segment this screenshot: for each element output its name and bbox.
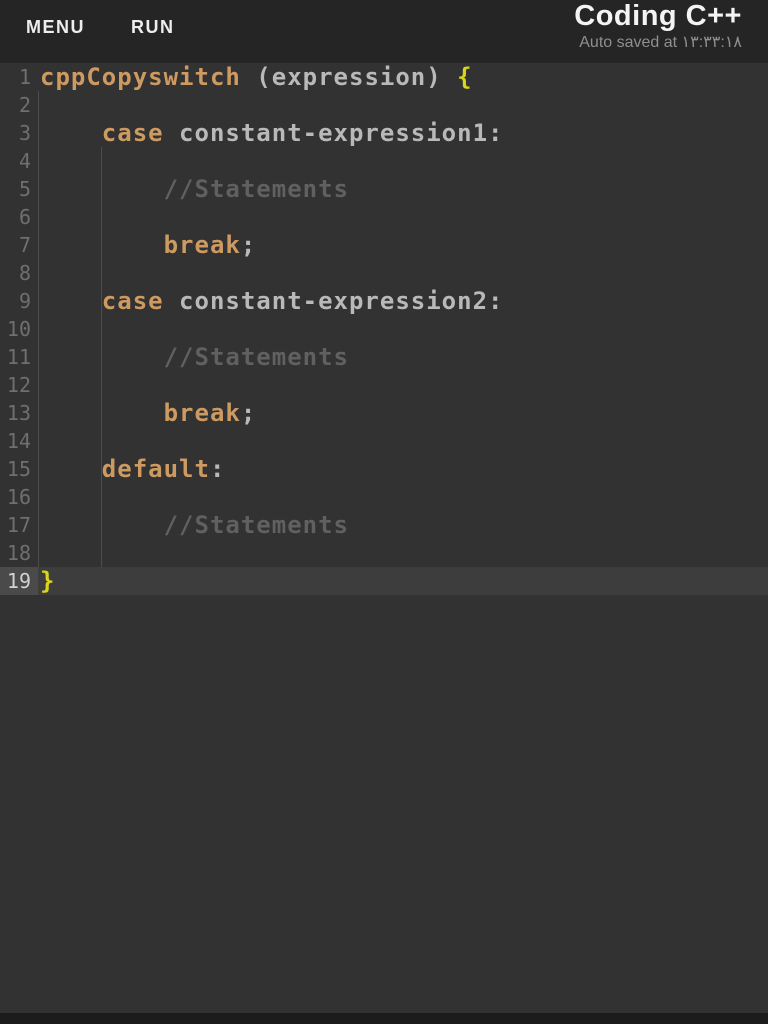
code-rows: 1 cppCopyswitch (expression) {2 3 case con…: [0, 63, 768, 595]
line-number: 6: [18, 205, 31, 229]
bottom-system-bar: [0, 1013, 768, 1024]
line-number: 9: [18, 289, 31, 313]
line-number: 13: [6, 401, 31, 425]
line-number: 8: [18, 261, 31, 285]
code-line[interactable]: 15 default:: [0, 455, 768, 483]
run-button[interactable]: RUN: [131, 9, 175, 46]
line-number: 15: [6, 457, 31, 481]
code-line[interactable]: 8: [0, 259, 768, 287]
code-line[interactable]: 4: [0, 147, 768, 175]
line-number: 4: [18, 149, 31, 173]
code-text: //Statements: [40, 511, 349, 539]
line-number: 3: [18, 121, 31, 145]
code-text: break;: [163, 231, 257, 259]
code-line[interactable]: 2: [0, 91, 768, 119]
menu-button[interactable]: MENU: [26, 9, 85, 46]
code-line[interactable]: 16: [0, 483, 768, 511]
code-line[interactable]: 13 break;: [0, 399, 768, 427]
line-number: 1: [18, 65, 31, 89]
code-text: cppCopyswitch (expression) {: [40, 63, 473, 91]
line-number: 17: [6, 513, 31, 537]
line-number: 2: [18, 93, 31, 117]
code-editor[interactable]: 1 cppCopyswitch (expression) {2 3 case con…: [0, 63, 768, 596]
line-number: 16: [6, 485, 31, 509]
code-line[interactable]: 11 //Statements: [0, 343, 768, 371]
code-line[interactable]: 14: [0, 427, 768, 455]
code-text: break;: [163, 399, 257, 427]
code-text: //Statements: [40, 343, 349, 371]
code-line[interactable]: 1 cppCopyswitch (expression) {: [0, 63, 768, 91]
code-line[interactable]: 12: [0, 371, 768, 399]
line-number: 5: [18, 177, 31, 201]
code-line[interactable]: 7 break;: [0, 231, 768, 259]
line-number: 19: [0, 567, 38, 595]
code-line[interactable]: 6: [0, 203, 768, 231]
top-bar-actions: MENU RUN: [0, 0, 175, 63]
line-number: 12: [6, 373, 31, 397]
code-text: }: [40, 567, 56, 595]
code-line[interactable]: 5 //Statements: [0, 175, 768, 203]
code-line[interactable]: 18: [0, 539, 768, 567]
code-line[interactable]: 9 case constant-expression2:: [0, 287, 768, 315]
autosave-status: Auto saved at ١٣:٣٣:١٨: [579, 34, 742, 51]
title-block: Coding C++ Auto saved at ١٣:٣٣:١٨: [574, 0, 768, 63]
code-text: default:: [101, 455, 226, 483]
line-number: 18: [6, 541, 31, 565]
code-line[interactable]: 19}: [0, 567, 768, 595]
line-number: 10: [6, 317, 31, 341]
top-bar: MENU RUN Coding C++ Auto saved at ١٣:٣٣:…: [0, 0, 768, 63]
code-text: case constant-expression1:: [101, 119, 504, 147]
line-number: 14: [6, 429, 31, 453]
code-line[interactable]: 3 case constant-expression1:: [0, 119, 768, 147]
code-line[interactable]: 10: [0, 315, 768, 343]
app-title: Coding C++: [574, 0, 742, 32]
line-number: 7: [18, 233, 31, 257]
line-number: 11: [6, 345, 31, 369]
code-text: //Statements: [40, 175, 349, 203]
code-text: case constant-expression2:: [101, 287, 504, 315]
code-line[interactable]: 17 //Statements: [0, 511, 768, 539]
